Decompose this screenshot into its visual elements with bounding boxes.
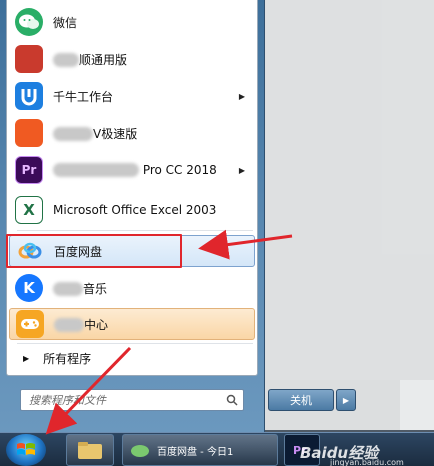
program-item-game-center[interactable]: 中心 [9,308,255,340]
places-overlay [266,0,434,380]
program-label: Microsoft Office Excel 2003 [53,203,217,217]
program-label: 中心 [84,317,109,332]
program-label: Pro CC 2018 [142,162,217,177]
blurred-text [53,163,139,178]
excel-icon: X [15,196,43,224]
search-icon[interactable] [221,390,243,410]
shutdown-options-arrow-icon[interactable]: ▶ [336,389,356,411]
blurred-text [53,53,79,67]
program-item-premiere[interactable]: Pr Pro CC 2018 ▶ [9,152,255,188]
program-label: 顺通用版 [79,52,128,67]
search-input[interactable] [21,393,221,407]
separator [17,230,253,231]
shutdown-button[interactable]: 关机 [268,389,334,411]
submenu-arrow-icon: ▶ [238,165,245,175]
folder-icon [78,442,102,459]
program-item-speed[interactable]: V极速版 [9,115,255,151]
kugou-icon: K [15,274,43,302]
premiere-icon: Pr [15,156,43,184]
program-label: 微信 [53,15,78,30]
blurred-text [53,127,93,141]
annotation-highlight-box [6,234,182,268]
blurred-text [53,282,83,296]
app-red-icon [15,45,43,73]
programs-pane: 微信 顺通用版 千牛工作台 ▶ V极速版 Pr Pro CC 2018 ▶ X … [6,0,258,376]
search-box [20,389,244,411]
all-programs-label: 所有程序 [43,351,92,366]
program-label: 千牛工作台 [53,89,114,104]
windows-logo-icon [17,443,35,455]
taskbar-app-button[interactable]: 百度网盘 - 今日1 [122,434,278,466]
game-center-icon [16,310,44,338]
program-label: 音乐 [83,281,108,296]
explorer-scroll-area [400,380,434,430]
program-item-wechat[interactable]: 微信 [9,4,255,40]
all-programs-button[interactable]: ▶ 所有程序 [9,346,255,370]
program-item-excel[interactable]: X Microsoft Office Excel 2003 [9,192,255,228]
start-menu-places [266,0,434,380]
expand-arrow-icon: ▶ [23,353,30,363]
program-label: V极速版 [93,126,138,141]
app-icon [131,445,149,457]
separator [17,343,253,344]
taskbar-app-label: 百度网盘 - 今日1 [157,446,234,458]
start-button[interactable] [6,434,46,466]
taskbar-explorer-button[interactable] [66,434,114,466]
app-orange-icon [15,119,43,147]
program-item-kugou[interactable]: K 音乐 [9,270,255,306]
qianniu-icon [15,82,43,110]
start-menu: 微信 顺通用版 千牛工作台 ▶ V极速版 Pr Pro CC 2018 ▶ X … [0,0,265,432]
watermark-url: jingyan.baidu.com [330,458,404,466]
wechat-icon [15,8,43,36]
program-item-qianniu[interactable]: 千牛工作台 ▶ [9,78,255,114]
program-item-tongyong[interactable]: 顺通用版 [9,41,255,77]
submenu-arrow-icon: ▶ [238,91,245,101]
blurred-text [54,318,84,332]
